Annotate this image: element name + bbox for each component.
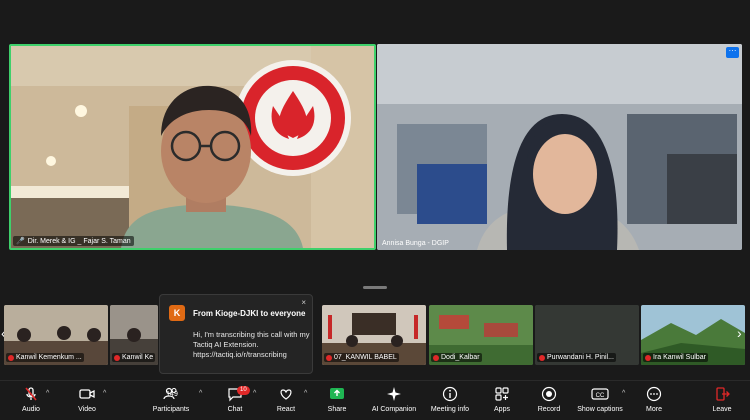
record-button[interactable]: Record [536,385,562,413]
thumb-kanwil-kemenkum[interactable]: Kanwil Kemenkum ... [4,305,108,365]
muted-mic-icon [539,354,545,361]
gallery-resize-handle[interactable] [363,286,387,289]
participants-button[interactable]: 149 Participants [150,385,192,413]
muted-mic-icon [433,354,439,361]
video-label: Video [78,406,96,413]
react-button[interactable]: React [274,385,298,413]
microphone-muted-icon [25,387,37,401]
more-button[interactable]: More [643,385,665,413]
participant-name: Purwandani H. Pinil... [547,354,614,361]
tile-options-button[interactable]: ··· [726,47,739,58]
apps-label: Apps [494,406,510,413]
microphone-icon: 🎤 [16,238,25,245]
share-screen-icon [330,388,344,399]
more-icon [646,386,662,402]
thumb-label: 07_KANWIL BABEL [324,353,399,362]
ai-companion-label: AI Companion [371,406,417,413]
leave-label: Leave [712,406,732,413]
tile-nameplate-fajar: 🎤 Dir. Merek & IG _ Fajar S. Taman [13,236,134,246]
more-label: More [646,406,662,413]
apps-icon [495,387,509,401]
thumb-purwandani[interactable]: Purwandani H. Pinil... [535,305,639,365]
meeting-info-button[interactable]: Meeting info [428,385,472,413]
participants-count: 149 [166,390,178,398]
captions-options-caret-icon[interactable]: ^ [622,390,625,397]
audio-options-caret-icon[interactable]: ^ [46,390,49,397]
chat-unread-badge: 10 [237,386,250,395]
apps-button[interactable]: Apps [491,385,513,413]
share-button[interactable]: Share [325,385,349,413]
thumb-dodi-kalbar[interactable]: Dodi_Kalbar [429,305,533,365]
react-label: React [276,406,296,413]
meeting-toolbar: Audio ^ Video ^ 149 Participants ^ Chat … [0,380,750,420]
sender-avatar: K [169,305,185,321]
strip-next-arrow-icon[interactable]: › [737,325,742,341]
thumb-label: Kanwil Ke [112,353,156,362]
leave-button[interactable]: Leave [710,385,734,413]
heart-icon [280,389,292,400]
participant-name: Annisa Bunga - DGIP [382,240,449,247]
participants-label: Participants [152,406,190,413]
sparkle-icon [387,387,401,401]
chat-message: Hi, I'm transcribing this call with my T… [193,330,310,359]
thumb-label: Dodi_Kalbar [431,353,482,362]
camera-icon [79,389,95,399]
share-label: Share [327,406,347,413]
video-feed-annisa [377,44,742,250]
thumb-kanwil-babel[interactable]: 07_KANWIL BABEL [322,305,426,365]
participant-strip: ‹ Kanwil Kemenkum ... Kanwil Ke 07_KANWI… [0,305,750,367]
participant-name: Dir. Merek & IG _ Fajar S. Taman [27,237,131,245]
audio-button[interactable]: Audio [18,385,44,413]
video-tile-annisa[interactable]: ··· Annisa Bunga - DGIP [377,44,742,250]
record-label: Record [537,406,561,413]
participant-name: Kanwil Kemenkum ... [16,354,82,361]
show-captions-button[interactable]: CC Show captions [576,385,624,413]
ai-companion-button[interactable]: AI Companion [370,385,418,413]
chat-notification[interactable]: K From Kioge-DJKI to everyone × Hi, I'm … [159,294,313,374]
react-options-caret-icon[interactable]: ^ [304,390,307,397]
muted-mic-icon [8,354,14,361]
captions-label: Show captions [577,406,623,413]
svg-text:CC: CC [596,393,605,399]
tile-nameplate-annisa: Annisa Bunga - DGIP [379,239,452,248]
participant-name: Dodi_Kalbar [441,354,480,361]
muted-mic-icon [114,354,120,361]
video-button[interactable]: Video [74,385,100,413]
muted-mic-icon [326,354,332,361]
participant-name: Ira Kanwil Sulbar [653,354,706,361]
video-options-caret-icon[interactable]: ^ [103,390,106,397]
muted-mic-icon [645,354,651,361]
leave-icon [716,387,730,401]
participant-name: 07_KANWIL BABEL [334,354,397,361]
participants-options-caret-icon[interactable]: ^ [199,390,202,397]
video-tile-fajar[interactable]: 🎤 Dir. Merek & IG _ Fajar S. Taman [9,44,376,250]
video-feed-fajar [11,46,374,248]
audio-label: Audio [22,406,40,413]
thumb-label: Ira Kanwil Sulbar [643,353,708,362]
close-icon[interactable]: × [301,298,306,307]
meeting-info-label: Meeting info [430,406,470,413]
thumb-kanwil-ke[interactable]: Kanwil Ke [110,305,158,365]
thumb-label: Purwandani H. Pinil... [537,353,616,362]
captions-icon: CC [591,388,609,400]
info-icon [442,386,458,402]
chat-sender: From Kioge-DJKI to everyone [193,309,306,318]
chat-label: Chat [227,406,243,413]
thumb-label: Kanwil Kemenkum ... [6,353,84,362]
thumb-ira-sulbar[interactable]: Ira Kanwil Sulbar [641,305,745,365]
meeting-window: 🎤 Dir. Merek & IG _ Fajar S. Taman ··· A… [0,0,750,420]
record-icon [541,386,557,402]
chat-options-caret-icon[interactable]: ^ [253,390,256,397]
participant-name: Kanwil Ke [122,354,154,361]
